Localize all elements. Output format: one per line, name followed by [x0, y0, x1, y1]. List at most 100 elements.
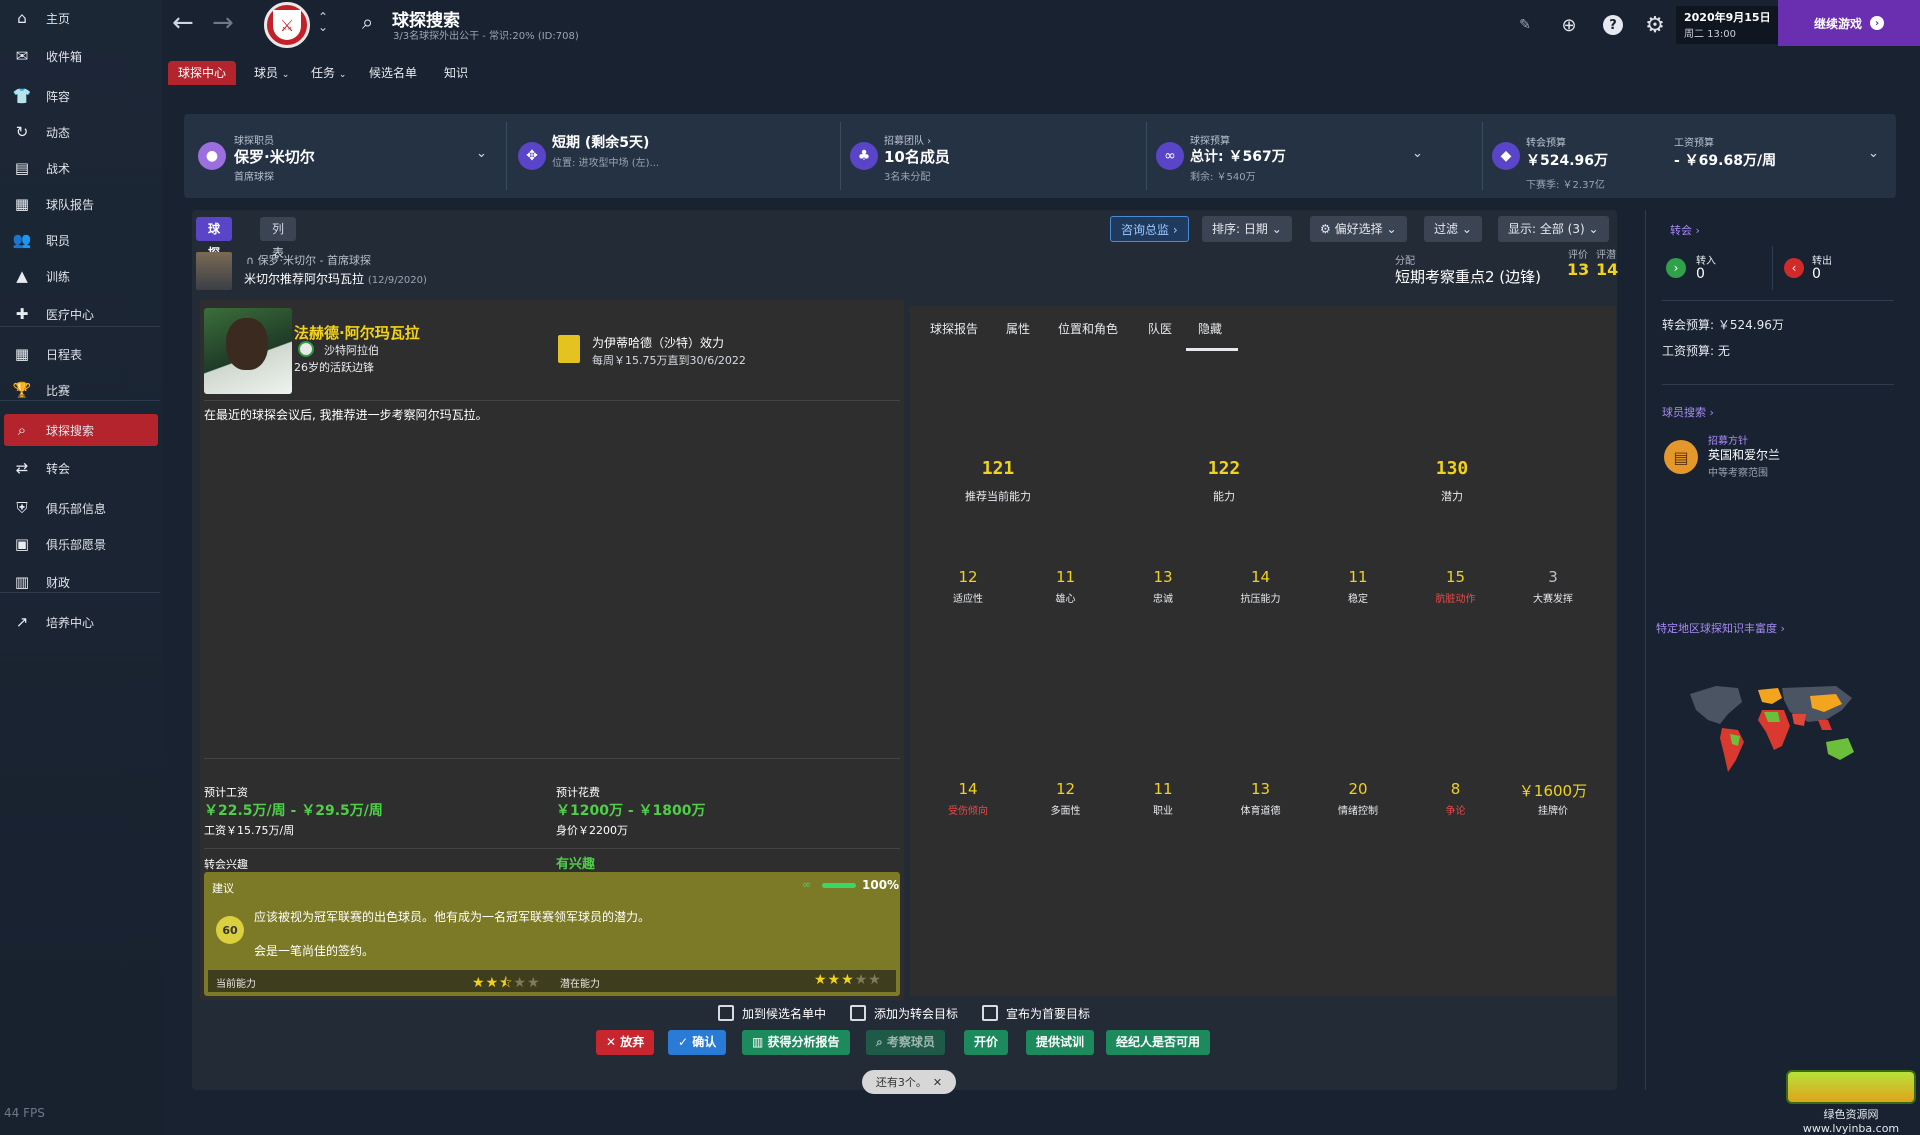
- tactics-icon: ▤: [14, 159, 30, 177]
- offer-trial-button[interactable]: 提供试训: [1026, 1030, 1095, 1055]
- tab-scout-report[interactable]: 球探报告: [930, 320, 978, 337]
- sidebar-item-label: 动态: [46, 125, 71, 140]
- sidebar-item-6[interactable]: 👥 职员: [4, 224, 158, 256]
- scout-budget-panel[interactable]: ∞ 球探预算 总计: ￥567万 剩余: ￥540万 ⌄: [1148, 114, 1478, 198]
- filter-button[interactable]: 过滤 ⌄: [1424, 216, 1482, 242]
- sidebar-item-11[interactable]: ⌕ 球探搜索: [4, 414, 158, 446]
- player-nation[interactable]: 沙特阿拉伯: [324, 342, 379, 358]
- confirm-label: 确认: [692, 1035, 717, 1049]
- tab-shortlist[interactable]: 候选名单: [369, 61, 417, 85]
- recruitment-panel[interactable]: ♣ 招募团队 › 10名成员 3名未分配: [842, 114, 1142, 198]
- discard-button[interactable]: ✕ 放弃: [596, 1030, 655, 1055]
- chevron-down-icon[interactable]: ⌄: [476, 146, 487, 161]
- recruitment-count: 10名成员: [884, 148, 950, 166]
- display-button[interactable]: 显示: 全部 (3) ⌄: [1498, 216, 1609, 242]
- tab-assignments-label: 任务: [311, 66, 336, 80]
- consult-director-button[interactable]: 咨询总监 ›: [1110, 216, 1189, 242]
- sidebar-item-3[interactable]: ↻ 动态: [4, 116, 158, 148]
- tab-assignments[interactable]: 任务 ⌄: [311, 61, 346, 85]
- globe-icon[interactable]: ⊕: [1556, 12, 1582, 38]
- advice-text: 应该被视为冠军联赛的出色球员。他有成为一名冠军联赛领军球员的潜力。: [254, 910, 651, 924]
- scout-staff-panel[interactable]: ● 球探职员 保罗·米切尔 首席球探 ⌄: [184, 114, 504, 198]
- chevron-down-icon: ⌄: [1588, 222, 1599, 236]
- world-knowledge-map[interactable]: [1686, 680, 1866, 780]
- assignment-panel[interactable]: ✥ 短期 (剩余5天) 位置: 进攻型中场 (左)...: [508, 114, 838, 198]
- analysis-report-button[interactable]: ▥ 获得分析报告: [742, 1030, 850, 1055]
- tab-attributes[interactable]: 属性: [1006, 320, 1030, 337]
- player-contract-club[interactable]: 为伊蒂哈德（沙特）效力: [592, 334, 724, 351]
- sidebar-item-10[interactable]: 🏆 比赛: [4, 374, 158, 406]
- sidebar-item-2[interactable]: 👕 阵容: [4, 80, 158, 112]
- more-reports-pill[interactable]: 还有3个。 ✕: [862, 1070, 956, 1094]
- sidebar-item-1[interactable]: ✉ 收件箱: [4, 40, 158, 72]
- tab-knowledge[interactable]: 知识: [444, 61, 468, 85]
- potential-rating-value: 14: [1596, 260, 1619, 279]
- club-badge[interactable]: ⚔: [264, 2, 310, 48]
- sidebar-item-label: 俱乐部信息: [46, 501, 107, 516]
- transfers-heading[interactable]: 转会 ›: [1670, 222, 1700, 238]
- recruitment-policy-value: 英国和爱尔兰: [1708, 448, 1781, 462]
- potential-rating-label: 评潜: [1596, 250, 1616, 261]
- edit-icon[interactable]: ✎: [1512, 12, 1538, 38]
- wage-estimate: ￥22.5万/周 - ￥29.5万/周: [204, 803, 383, 819]
- preferences-button[interactable]: ⚙ 偏好选择 ⌄: [1310, 216, 1407, 242]
- tab-medical[interactable]: 队医: [1148, 320, 1172, 337]
- tab-list[interactable]: 列表: [260, 217, 297, 260]
- regional-knowledge-heading[interactable]: 特定地区球探知识丰富度 ›: [1656, 620, 1785, 636]
- consult-director-label: 咨询总监: [1121, 223, 1170, 237]
- player-name[interactable]: 法赫德·阿尔玛瓦拉: [294, 322, 420, 343]
- divider: [204, 400, 900, 401]
- sidebar-item-15[interactable]: ▥ 财政: [4, 566, 158, 598]
- tab-scouting-center[interactable]: 球探中心: [168, 61, 237, 85]
- player-photo[interactable]: [204, 308, 292, 394]
- staff-icon: 👥: [12, 231, 32, 249]
- recruitment-unassigned: 3名未分配: [884, 172, 931, 183]
- shortlist-checkbox[interactable]: 加到候选名单中: [718, 1004, 826, 1022]
- tab-positions-roles[interactable]: 位置和角色: [1058, 320, 1118, 337]
- sidebar-item-4[interactable]: ▤ 战术: [4, 152, 158, 184]
- search-icon: ⌕: [362, 10, 374, 34]
- tab-players[interactable]: 球员 ⌄: [254, 61, 289, 85]
- continue-button[interactable]: 继续游戏 ›: [1778, 0, 1920, 46]
- sidebar-item-13[interactable]: ⛨ 俱乐部信息: [4, 492, 158, 524]
- agent-availability-button[interactable]: 经纪人是否可用: [1106, 1030, 1211, 1055]
- sidebar-item-0[interactable]: ⌂ 主页: [4, 2, 158, 34]
- europe-region: [1758, 688, 1782, 704]
- primary-target-checkbox[interactable]: 宣布为首要目标: [982, 1004, 1090, 1022]
- checkbox-box: [850, 1005, 866, 1021]
- hidden-attribute-value: 11: [1055, 568, 1076, 586]
- sidebar-item-7[interactable]: ▲ 训练: [4, 260, 158, 292]
- confirm-button[interactable]: ✓ 确认: [668, 1030, 727, 1055]
- sidebar-item-14[interactable]: ▣ 俱乐部愿景: [4, 528, 158, 560]
- make-offer-button[interactable]: 开价: [964, 1030, 1009, 1055]
- chevron-down-icon[interactable]: ⌄: [1412, 146, 1423, 161]
- gear-icon[interactable]: ⚙: [1642, 12, 1668, 38]
- sidebar-item-9[interactable]: ▦ 日程表: [4, 338, 158, 370]
- help-icon[interactable]: ?: [1603, 15, 1623, 35]
- sidebar-item-5[interactable]: ▦ 球队报告: [4, 188, 158, 220]
- sort-button[interactable]: 排序: 日期 ⌄: [1202, 216, 1292, 242]
- star-icon: ★: [814, 972, 828, 988]
- sidebar-item-label: 球探搜索: [46, 423, 95, 438]
- transfer-target-checkbox[interactable]: 添加为转会目标: [850, 1004, 958, 1022]
- back-arrow-icon[interactable]: ←: [172, 10, 202, 40]
- big-stat-label: 推荐当前能力: [965, 490, 1031, 503]
- sidebar-item-16[interactable]: ↗ 培养中心: [4, 606, 158, 638]
- tab-scout-card[interactable]: 球探卡: [196, 217, 233, 284]
- close-icon[interactable]: ✕: [933, 1076, 942, 1089]
- player-search-heading[interactable]: 球员搜索 ›: [1662, 404, 1714, 420]
- scout-player-button[interactable]: ⌕ 考察球员: [866, 1030, 945, 1055]
- sidebar: ⌂ 主页 ✉ 收件箱 👕 阵容 ↻ 动态 ▤ 战术 ▦ 球队报告 👥 职员 ▲ 训练 ✚ 医疗中心 ▦ 日程表 🏆 比赛 ⌕…: [0, 0, 162, 1135]
- dynamics-icon: ↻: [15, 123, 29, 141]
- check-icon: ✓: [678, 1035, 689, 1049]
- forward-arrow-icon[interactable]: →: [212, 10, 242, 40]
- sidebar-item-12[interactable]: ⇄ 转会: [4, 452, 158, 484]
- chevron-down-icon[interactable]: ⌄: [1868, 146, 1879, 161]
- tab-hidden[interactable]: 隐藏: [1198, 320, 1222, 337]
- player-detail-panel: 球探报告 属性 位置和角色 队医 隐藏 121 推荐当前能力 122 能力 130 潜力 1…: [910, 306, 1616, 996]
- budget-panel[interactable]: ◆ 转会预算 ￥524.96万 下赛季: ￥2.37亿 工资预算 - ￥69.6…: [1484, 114, 1894, 198]
- club-switch-icon[interactable]: ⌃ ⌄: [318, 11, 328, 33]
- hidden-attribute-value: 11: [1348, 568, 1368, 586]
- scouting-info-bar: ● 球探职员 保罗·米切尔 首席球探 ⌄ ✥ 短期 (剩余5天) 位置: 进攻型…: [184, 114, 1896, 198]
- big-stat-label: 能力: [1213, 490, 1235, 503]
